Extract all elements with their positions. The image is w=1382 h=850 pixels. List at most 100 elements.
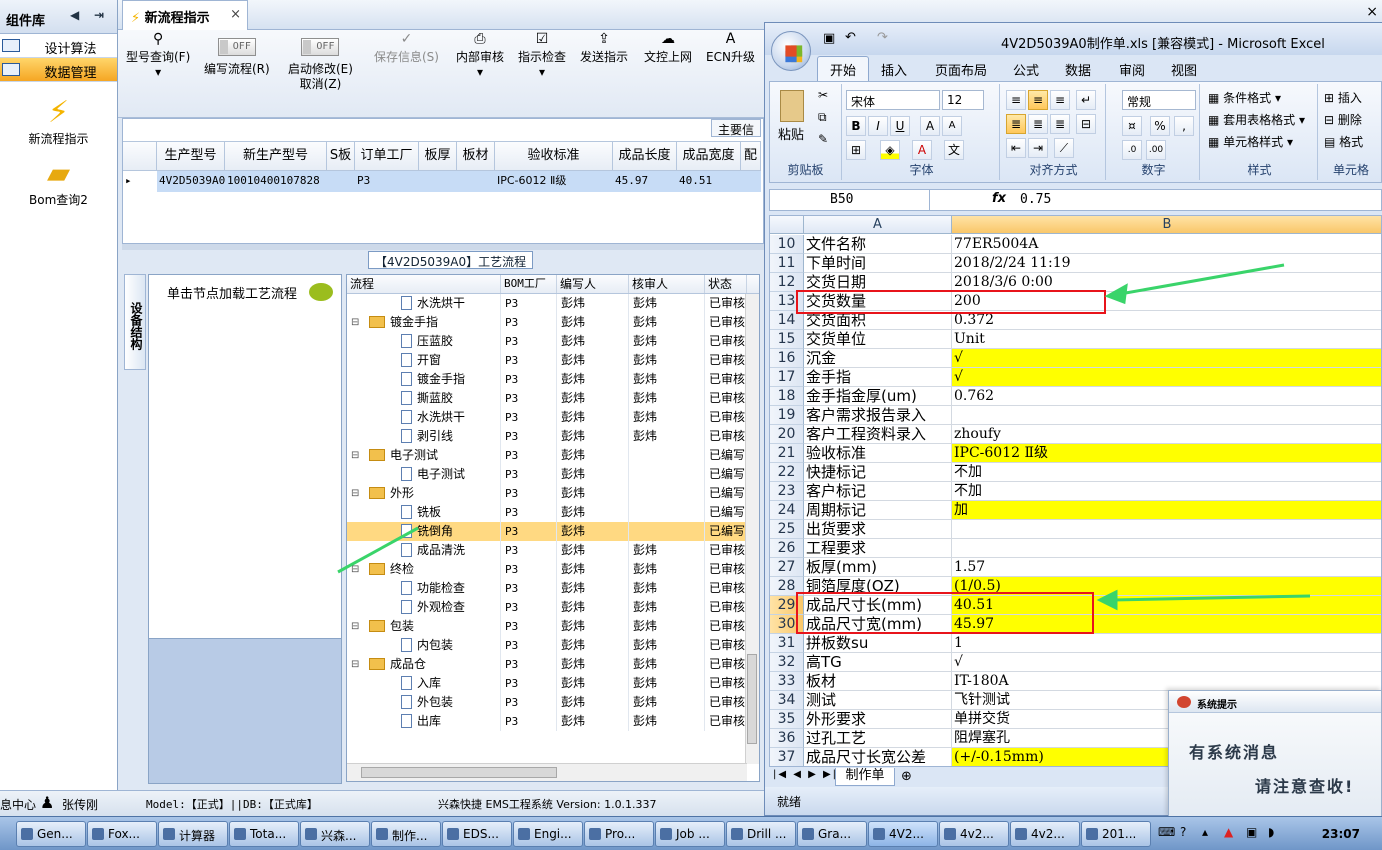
flag-icon[interactable]: ▲ <box>1224 825 1233 839</box>
tab-formulas[interactable]: 公式 <box>1013 60 1039 79</box>
collapse-toggle-icon[interactable]: ⊟ <box>351 617 359 636</box>
shrink-font-icon[interactable]: A <box>942 116 962 136</box>
tree-cell-status[interactable]: 已审核 <box>705 370 747 389</box>
tree-node[interactable]: 镀金手指 <box>347 370 501 389</box>
fill-color-icon[interactable]: ◈ <box>880 140 900 160</box>
tree-cell-bom[interactable]: P3 <box>501 693 557 712</box>
align-middle-icon[interactable]: ≡ <box>1028 90 1048 110</box>
tree-cell-writer[interactable]: 彭炜 <box>557 389 629 408</box>
tree-row[interactable]: ⊟ 包装 P3 彭炜 彭炜 已审核 <box>347 617 759 636</box>
column-header[interactable]: 编写人 <box>557 275 629 293</box>
tree-cell-reviewer[interactable]: 彭炜 <box>629 560 705 579</box>
tree-node[interactable]: ⊟ 外形 <box>347 484 501 503</box>
column-header[interactable]: 配 <box>741 142 761 170</box>
row-number[interactable]: 22 <box>770 463 804 482</box>
table-cell[interactable]: 45.97 <box>613 171 677 192</box>
name-box[interactable]: B50 <box>770 190 930 210</box>
tree-cell-bom[interactable]: P3 <box>501 598 557 617</box>
cell-b[interactable]: √ <box>952 368 1381 387</box>
tree-cell-writer[interactable]: 彭炜 <box>557 636 629 655</box>
tree-node[interactable]: 出库 <box>347 712 501 731</box>
tree-cell-status[interactable]: 已审核 <box>705 674 747 693</box>
tree-cell-bom[interactable]: P3 <box>501 351 557 370</box>
tree-row[interactable]: 水洗烘干 P3 彭炜 彭炜 已审核 <box>347 408 759 427</box>
table-row[interactable]: ▸ 4V2D5039A0 10010400107828 P3 IPC-6012 … <box>123 171 761 192</box>
tab-home[interactable]: 开始 <box>817 56 870 83</box>
tree-node[interactable]: 成品清洗 <box>347 541 501 560</box>
tab-data[interactable]: 数据 <box>1065 60 1091 79</box>
tree-cell-status[interactable]: 已审核 <box>705 636 747 655</box>
tab-new-process-instruction[interactable]: ⚡ 新流程指示 × <box>122 0 248 30</box>
cell-a[interactable]: 金手指金厚(um) <box>804 387 952 406</box>
cell-b[interactable]: 2018/2/24 11:19 <box>952 254 1381 273</box>
cell-b[interactable]: 加 <box>952 501 1381 520</box>
table-cell[interactable]: 10010400107828 <box>225 171 327 192</box>
tree-cell-status[interactable]: 已审核 <box>705 427 747 446</box>
taskbar-button[interactable]: 4v2... <box>1010 821 1080 847</box>
align-top-icon[interactable]: ≡ <box>1006 90 1026 110</box>
tree-cell-reviewer[interactable]: 彭炜 <box>629 579 705 598</box>
table-cell[interactable]: 4V2D5039A0 <box>157 171 225 192</box>
row-number[interactable]: 19 <box>770 406 804 425</box>
tree-cell-status[interactable]: 已审核 <box>705 712 747 731</box>
cell-b[interactable]: Unit <box>952 330 1381 349</box>
row-number[interactable]: 31 <box>770 634 804 653</box>
function-icon[interactable]: fx <box>992 191 1006 206</box>
tree-cell-bom[interactable]: P3 <box>501 712 557 731</box>
scroll-thumb[interactable] <box>361 767 557 778</box>
cell-b[interactable]: zhoufy <box>952 425 1381 444</box>
tree-cell-reviewer[interactable]: 彭炜 <box>629 541 705 560</box>
tree-row[interactable]: ⊟ 终检 P3 彭炜 彭炜 已审核 <box>347 560 759 579</box>
font-color-icon[interactable]: A <box>912 140 932 160</box>
tree-cell-status[interactable]: 已审核 <box>705 313 747 332</box>
tree-row[interactable]: 成品清洗 P3 彭炜 彭炜 已审核 <box>347 541 759 560</box>
tree-cell-reviewer[interactable]: 彭炜 <box>629 370 705 389</box>
tree-cell-reviewer[interactable] <box>629 465 705 484</box>
comma-icon[interactable]: , <box>1174 116 1194 136</box>
collapse-toggle-icon[interactable]: ⊟ <box>351 560 359 579</box>
tab-view[interactable]: 视图 <box>1171 60 1197 79</box>
tree-node[interactable]: 电子测试 <box>347 465 501 484</box>
tree-row[interactable]: 铣板 P3 彭炜 已编写 <box>347 503 759 522</box>
tree-node[interactable]: ⊟ 镀金手指 <box>347 313 501 332</box>
collapse-toggle-icon[interactable]: ⊟ <box>351 655 359 674</box>
tree-cell-reviewer[interactable]: 彭炜 <box>629 313 705 332</box>
increase-indent-icon[interactable]: ⇥ <box>1028 138 1048 158</box>
tree-cell-reviewer[interactable]: 彭炜 <box>629 351 705 370</box>
font-size-select[interactable]: 12 <box>942 90 984 110</box>
column-header-a[interactable]: A <box>804 216 952 234</box>
tree-cell-bom[interactable]: P3 <box>501 313 557 332</box>
tree-row[interactable]: 入库 P3 彭炜 彭炜 已审核 <box>347 674 759 693</box>
taskbar-button[interactable]: Pro... <box>584 821 654 847</box>
tree-cell-reviewer[interactable]: 彭炜 <box>629 332 705 351</box>
redo-icon[interactable]: ↷ <box>877 30 888 45</box>
taskbar-button[interactable]: 兴森... <box>300 821 370 847</box>
tree-cell-writer[interactable]: 彭炜 <box>557 294 629 313</box>
tree-cell-writer[interactable]: 彭炜 <box>557 484 629 503</box>
tree-cell-bom[interactable]: P3 <box>501 389 557 408</box>
tree-row[interactable]: 压蓝胶 P3 彭炜 彭炜 已审核 <box>347 332 759 351</box>
clock[interactable]: 23:07 <box>1322 827 1360 841</box>
tree-row[interactable]: 出库 P3 彭炜 彭炜 已审核 <box>347 712 759 731</box>
cell-a[interactable]: 交货单位 <box>804 330 952 349</box>
main-info-label[interactable]: 主要信 <box>710 119 761 137</box>
toggle-switch[interactable]: OFF <box>217 38 256 56</box>
tree-row[interactable]: 开窗 P3 彭炜 彭炜 已审核 <box>347 351 759 370</box>
tree-cell-bom[interactable]: P3 <box>501 370 557 389</box>
scroll-thumb[interactable] <box>747 654 757 744</box>
column-header[interactable]: 验收标准 <box>495 142 613 170</box>
tree-cell-writer[interactable]: 彭炜 <box>557 427 629 446</box>
orientation-icon[interactable]: ⟋ <box>1054 138 1074 158</box>
tree-cell-reviewer[interactable]: 彭炜 <box>629 294 705 313</box>
row-number[interactable]: 36 <box>770 729 804 748</box>
tray-arrow-icon[interactable]: ▴ <box>1202 825 1208 839</box>
font-name-select[interactable]: 宋体 <box>846 90 940 110</box>
table-cell[interactable]: IPC-6012 Ⅱ级 <box>495 171 613 192</box>
cell-a[interactable]: 测试 <box>804 691 952 710</box>
table-cell[interactable]: 40.51 <box>677 171 741 192</box>
tree-node[interactable]: 外包装 <box>347 693 501 712</box>
tree-cell-status[interactable]: 已编写 <box>705 446 747 465</box>
doc-online-button[interactable]: ☁ 文控上网 <box>644 32 692 65</box>
tree-cell-reviewer[interactable]: 彭炜 <box>629 617 705 636</box>
row-number[interactable]: 20 <box>770 425 804 444</box>
